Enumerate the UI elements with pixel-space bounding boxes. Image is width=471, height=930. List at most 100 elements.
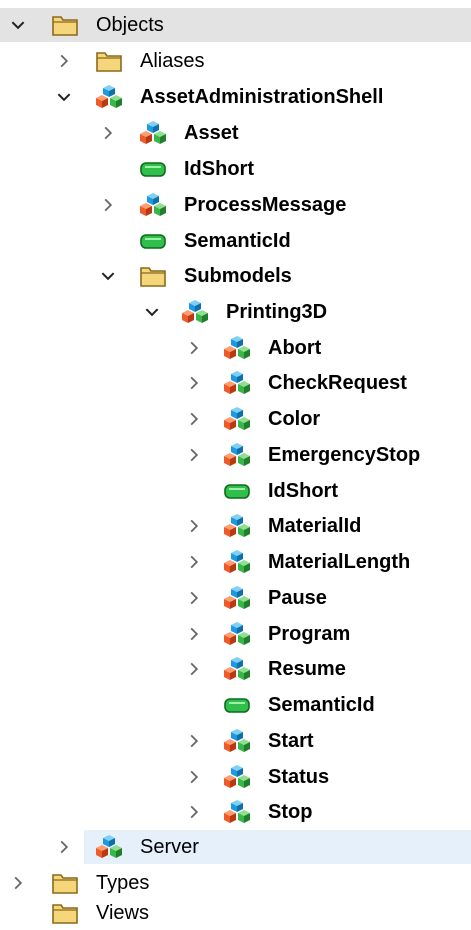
folder-icon: [50, 869, 80, 897]
tree-item-semanticid[interactable]: SemanticId: [0, 688, 471, 722]
tree-item-label: Color: [268, 408, 321, 430]
tree-item-label: Pause: [268, 587, 327, 609]
chevron-right-icon[interactable]: [182, 622, 206, 646]
chevron-right-icon[interactable]: [182, 586, 206, 610]
variable-icon: [138, 227, 168, 255]
tree-item-printing3d[interactable]: Printing3D: [0, 295, 471, 329]
chevron-right-icon[interactable]: [182, 371, 206, 395]
tree-item-label: MaterialId: [268, 515, 362, 537]
tree-item-label: Stop: [268, 801, 313, 823]
tree-item-label: Asset: [184, 122, 239, 144]
tree-item-idshort[interactable]: IdShort: [0, 152, 471, 186]
tree-item-label: Server: [140, 836, 199, 858]
chevron-right-icon[interactable]: [182, 657, 206, 681]
object-icon: [94, 833, 124, 861]
object-icon: [222, 512, 252, 540]
object-icon: [222, 369, 252, 397]
tree-item-emergency-stop[interactable]: EmergencyStop: [0, 438, 471, 472]
tree-item-label: AssetAdministrationShell: [140, 86, 384, 108]
tree-item-status[interactable]: Status: [0, 760, 471, 794]
tree-item-label: SemanticId: [184, 230, 291, 252]
tree-item-views[interactable]: Views: [0, 896, 471, 930]
object-icon: [222, 727, 252, 755]
tree-item-resume[interactable]: Resume: [0, 652, 471, 686]
chevron-right-icon[interactable]: [182, 550, 206, 574]
chevron-down-icon[interactable]: [96, 264, 120, 288]
tree-item-asset-administration-shell[interactable]: AssetAdministrationShell: [0, 80, 471, 114]
object-icon: [222, 584, 252, 612]
tree-item-label: CheckRequest: [268, 372, 407, 394]
address-space-tree: Objects Aliases AssetAdministrationShell…: [0, 0, 471, 930]
tree-item-label: IdShort: [184, 158, 254, 180]
tree-item-label: ProcessMessage: [184, 194, 347, 216]
tree-item-label: Abort: [268, 337, 322, 359]
tree-item-pause[interactable]: Pause: [0, 581, 471, 615]
tree-item-label: Resume: [268, 658, 346, 680]
folder-icon: [50, 899, 80, 927]
tree-item-label: Submodels: [184, 265, 292, 287]
object-icon: [222, 798, 252, 826]
chevron-down-icon[interactable]: [52, 85, 76, 109]
chevron-right-icon[interactable]: [182, 514, 206, 538]
tree-item-check-request[interactable]: CheckRequest: [0, 366, 471, 400]
object-icon: [222, 763, 252, 791]
variable-icon: [222, 691, 252, 719]
object-icon: [222, 655, 252, 683]
tree-item-color[interactable]: Color: [0, 402, 471, 436]
chevron-right-icon[interactable]: [182, 443, 206, 467]
tree-item-label: Aliases: [140, 50, 205, 72]
folder-icon: [50, 11, 80, 39]
tree-item-label: EmergencyStop: [268, 444, 421, 466]
tree-item-asset[interactable]: Asset: [0, 116, 471, 150]
tree-item-process-message[interactable]: ProcessMessage: [0, 188, 471, 222]
chevron-right-icon[interactable]: [52, 49, 76, 73]
tree-item-label: Types: [96, 872, 150, 894]
tree-item-label: Status: [268, 766, 330, 788]
tree-item-idshort[interactable]: IdShort: [0, 474, 471, 508]
object-icon: [222, 405, 252, 433]
chevron-down-icon[interactable]: [140, 300, 164, 324]
chevron-right-icon[interactable]: [182, 729, 206, 753]
folder-icon: [94, 47, 124, 75]
chevron-right-icon[interactable]: [182, 800, 206, 824]
tree-item-types[interactable]: Types: [0, 866, 471, 900]
tree-item-label: MaterialLength: [268, 551, 411, 573]
tree-item-aliases[interactable]: Aliases: [0, 44, 471, 78]
tree-item-objects[interactable]: Objects: [0, 8, 471, 42]
chevron-right-icon[interactable]: [96, 121, 120, 145]
object-icon: [94, 83, 124, 111]
tree-item-label: IdShort: [268, 480, 338, 502]
chevron-right-icon[interactable]: [52, 835, 76, 859]
object-icon: [222, 620, 252, 648]
variable-icon: [138, 155, 168, 183]
tree-item-label: Printing3D: [226, 301, 328, 323]
tree-item-submodels[interactable]: Submodels: [0, 259, 471, 293]
object-icon: [138, 191, 168, 219]
tree-item-label: Objects: [96, 14, 164, 36]
chevron-right-icon[interactable]: [182, 765, 206, 789]
folder-icon: [138, 262, 168, 290]
object-icon: [222, 334, 252, 362]
tree-item-stop[interactable]: Stop: [0, 795, 471, 829]
object-icon: [222, 441, 252, 469]
chevron-right-icon[interactable]: [182, 336, 206, 360]
variable-icon: [222, 477, 252, 505]
tree-item-server[interactable]: Server: [60, 830, 471, 864]
tree-item-semanticid[interactable]: SemanticId: [0, 224, 471, 258]
tree-item-label: Start: [268, 730, 314, 752]
tree-item-abort[interactable]: Abort: [0, 331, 471, 365]
tree-item-label: SemanticId: [268, 694, 375, 716]
tree-item-label: Program: [268, 623, 351, 645]
tree-item-material-length[interactable]: MaterialLength: [0, 545, 471, 579]
object-icon: [180, 298, 210, 326]
chevron-right-icon[interactable]: [6, 871, 30, 895]
chevron-right-icon[interactable]: [182, 407, 206, 431]
object-icon: [222, 548, 252, 576]
chevron-down-icon[interactable]: [6, 13, 30, 37]
tree-item-program[interactable]: Program: [0, 617, 471, 651]
object-icon: [138, 119, 168, 147]
tree-item-material-id[interactable]: MaterialId: [0, 509, 471, 543]
chevron-right-icon[interactable]: [96, 193, 120, 217]
tree-item-label: Views: [96, 902, 149, 924]
tree-item-start[interactable]: Start: [0, 724, 471, 758]
